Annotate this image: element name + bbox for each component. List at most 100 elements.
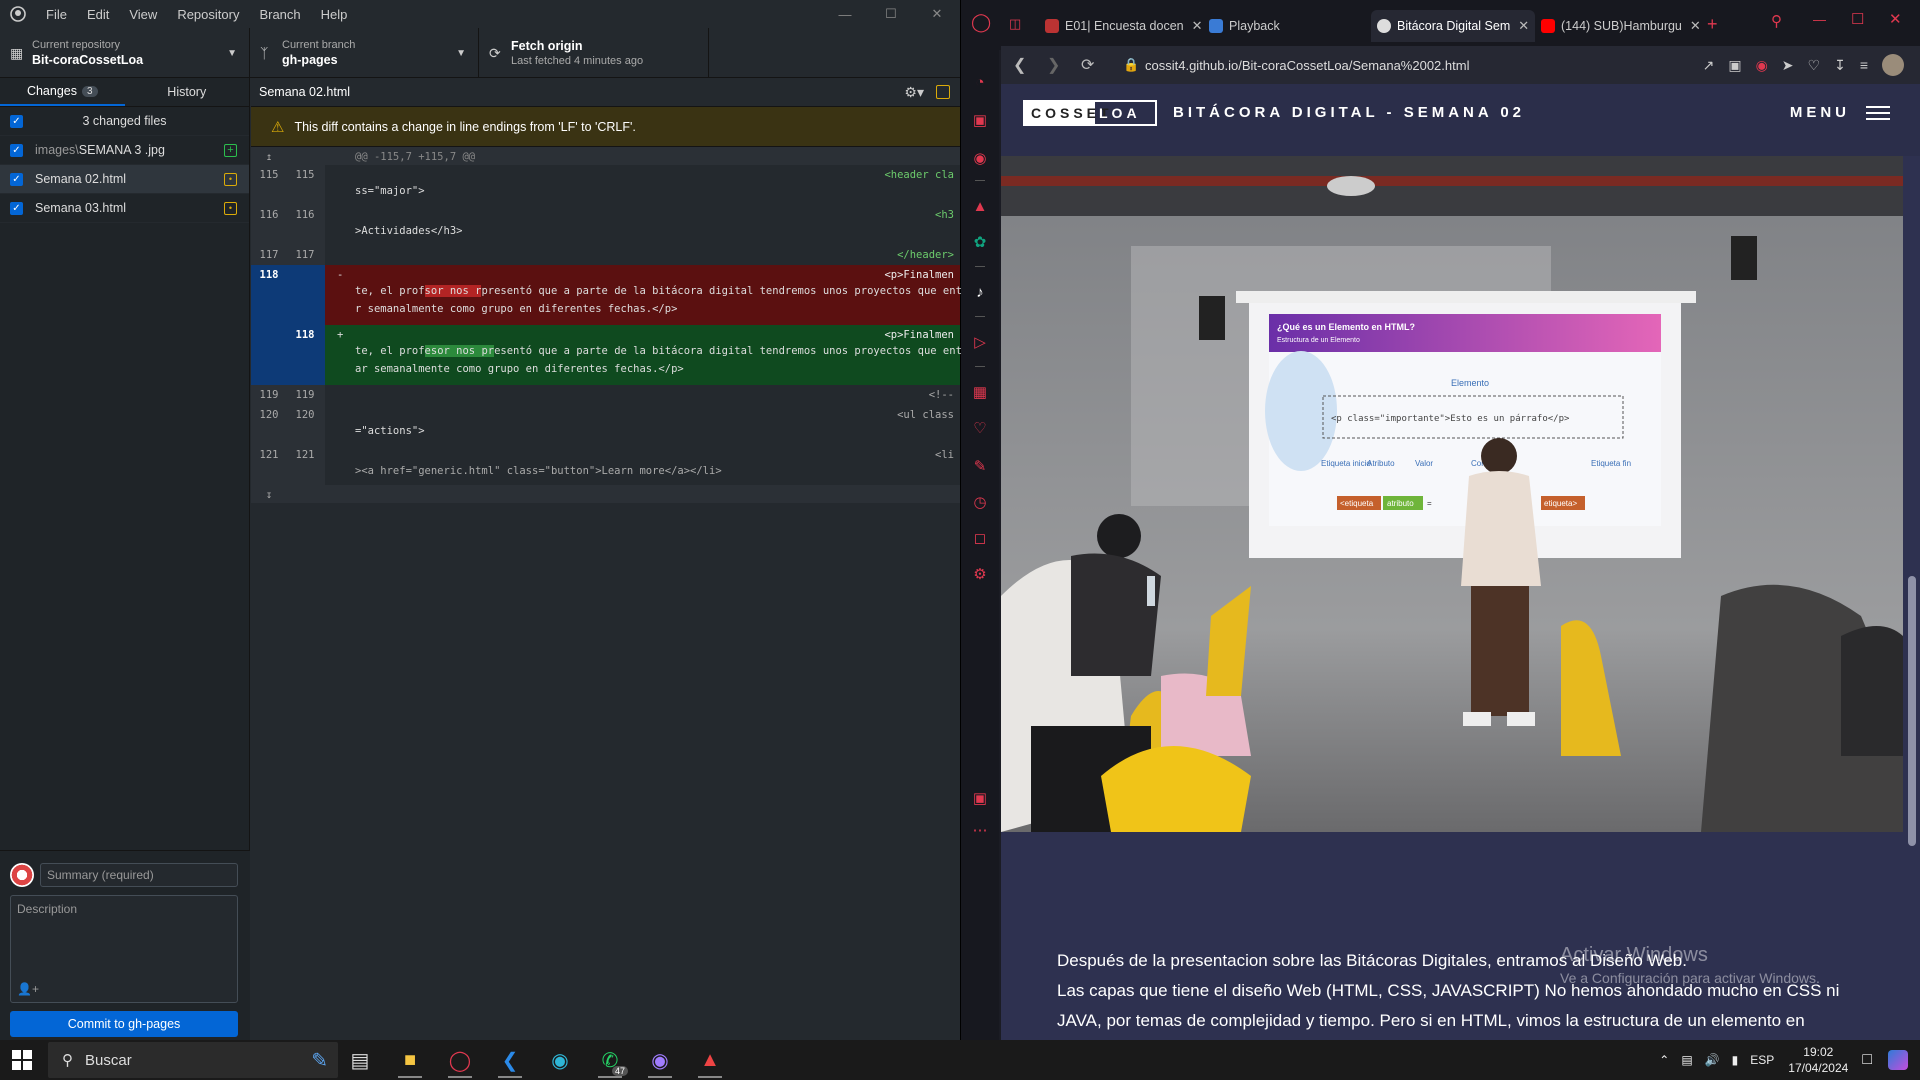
- site-logo[interactable]: COSSET LOA: [1023, 100, 1157, 126]
- minimize-icon[interactable]: —: [822, 0, 868, 28]
- edit-icon[interactable]: ✎: [971, 458, 989, 476]
- gear-icon[interactable]: ⚙▾: [904, 84, 924, 101]
- speed-dial-icon[interactable]: ◔: [971, 74, 989, 92]
- file-row[interactable]: ✓ Semana 02.html •: [0, 165, 249, 194]
- diff-line-added[interactable]: 118 + <p>Finalmen te, el profesor nos pr…: [251, 325, 981, 385]
- tab-changes[interactable]: Changes 3: [0, 78, 125, 106]
- app-taskbar-icon[interactable]: ▲: [690, 1044, 730, 1078]
- url-input[interactable]: cossit4.github.io/Bit-coraCossetLoa/Sema…: [1145, 58, 1469, 73]
- diff-expand-down[interactable]: ↧: [251, 485, 960, 503]
- commit-button[interactable]: Commit to gh-pages: [10, 1011, 238, 1037]
- site-menu-button[interactable]: MENU: [1790, 104, 1890, 121]
- pocket-icon[interactable]: ◉: [1756, 57, 1768, 74]
- opera-taskbar-icon[interactable]: ◯: [440, 1044, 480, 1078]
- tab-youtube[interactable]: (144) SUB)Hamburgu ✕: [1541, 14, 1701, 38]
- file-checkbox[interactable]: ✓: [10, 201, 23, 215]
- notification-icon[interactable]: □: [1862, 1051, 1872, 1069]
- fetch-origin-button[interactable]: ⟳ Fetch origin Last fetched 4 minutes ag…: [479, 28, 709, 78]
- current-repository-button[interactable]: ▦ Current repository Bit-coraCossetLoa ▼: [0, 28, 250, 78]
- send-icon[interactable]: ➤: [1782, 57, 1794, 74]
- file-checkbox[interactable]: ✓: [10, 143, 23, 157]
- network-icon[interactable]: ▤: [1681, 1053, 1692, 1067]
- tab-encuesta[interactable]: E01| Encuesta docen ✕: [1045, 14, 1203, 38]
- tab-history[interactable]: History: [125, 78, 250, 106]
- diff-line[interactable]: 121 121 <li ><a href="generic.html" class…: [251, 445, 960, 485]
- expand-icon[interactable]: [936, 85, 950, 99]
- expand-down-icon[interactable]: ↧: [251, 485, 287, 503]
- new-tab-icon[interactable]: +: [1707, 14, 1718, 35]
- file-row[interactable]: ✓ Semana 03.html •: [0, 194, 249, 223]
- description-input[interactable]: Description 👤+: [10, 895, 238, 1003]
- box-icon[interactable]: ◻: [971, 530, 989, 548]
- vscode-icon[interactable]: ❮: [490, 1044, 530, 1078]
- menu-view[interactable]: View: [119, 7, 167, 22]
- gamepad-icon[interactable]: ◫: [1009, 16, 1021, 32]
- diff-hunk-header[interactable]: ↥ @@ -115,7 +115,7 @@: [251, 147, 960, 165]
- file-explorer-icon[interactable]: ■: [390, 1044, 430, 1078]
- maximize-icon[interactable]: ☐: [868, 0, 914, 28]
- windows-start-icon[interactable]: [12, 1050, 34, 1070]
- close-icon[interactable]: ✕: [1690, 18, 1701, 34]
- current-branch-button[interactable]: ᛉ Current branch gh-pages ▼: [250, 28, 479, 78]
- menu-repository[interactable]: Repository: [167, 7, 249, 22]
- tab-bitacora[interactable]: Bitácora Digital Sem ✕: [1371, 10, 1536, 42]
- menu-file[interactable]: File: [36, 7, 77, 22]
- expand-up-icon[interactable]: ↥: [251, 147, 287, 165]
- edge-icon[interactable]: ◉: [540, 1044, 580, 1076]
- player-icon[interactable]: ▷: [971, 334, 989, 352]
- menu-edit[interactable]: Edit: [77, 7, 119, 22]
- maximize-icon[interactable]: ☐: [1851, 10, 1864, 28]
- add-coauthor-icon[interactable]: 👤+: [17, 982, 39, 996]
- back-icon[interactable]: ❮: [1013, 55, 1035, 75]
- github-desktop-taskbar-icon[interactable]: ◉: [640, 1044, 680, 1078]
- clock[interactable]: 19:02 17/04/2024: [1788, 1044, 1848, 1076]
- avatar[interactable]: [1882, 54, 1904, 76]
- diff-line[interactable]: 120 120 <ul class ="actions">: [251, 405, 960, 445]
- forward-icon[interactable]: ❯: [1047, 55, 1069, 75]
- file-row[interactable]: ✓ images\ SEMANA 3 .jpg +: [0, 136, 249, 165]
- download-icon[interactable]: ↧: [1834, 57, 1846, 74]
- reload-icon[interactable]: ⟳: [1081, 55, 1103, 75]
- opera-logo-icon[interactable]: ◯: [971, 12, 991, 33]
- aria-icon[interactable]: ◉: [971, 150, 989, 168]
- task-view-icon[interactable]: ▤: [340, 1044, 380, 1076]
- diff-line[interactable]: 117 117 </header>: [251, 245, 960, 265]
- workspaces-icon[interactable]: ▦: [971, 384, 989, 402]
- diff-line[interactable]: 116 116 <h3 >Actividades</h3>: [251, 205, 960, 245]
- whatsapp-icon[interactable]: ✆ 47: [590, 1044, 630, 1078]
- file-checkbox[interactable]: ✓: [10, 172, 23, 186]
- minimize-icon[interactable]: —: [1813, 12, 1826, 27]
- close-icon[interactable]: ✕: [1192, 18, 1203, 34]
- language-indicator[interactable]: ESP: [1750, 1053, 1774, 1067]
- search-icon[interactable]: ⚲: [1771, 12, 1782, 30]
- image-icon[interactable]: ▣: [971, 790, 989, 808]
- chevron-up-icon[interactable]: ⌃: [1659, 1053, 1669, 1067]
- messenger-icon[interactable]: ▲: [971, 198, 989, 216]
- settings-menu-icon[interactable]: ≡: [1860, 57, 1868, 73]
- share-icon[interactable]: ↗: [1703, 57, 1715, 74]
- taskbar-search-input[interactable]: ⚲ Buscar ✎: [48, 1042, 338, 1078]
- shop-icon[interactable]: ▣: [971, 112, 989, 130]
- summary-input[interactable]: Summary (required): [40, 863, 238, 887]
- tab-playback[interactable]: Playback ✕: [1209, 14, 1381, 38]
- settings-icon[interactable]: ⚙: [971, 566, 989, 584]
- heart-icon[interactable]: ♡: [1808, 57, 1821, 74]
- menu-help[interactable]: Help: [311, 7, 358, 22]
- close-icon[interactable]: ✕: [914, 0, 960, 28]
- more-icon[interactable]: ⋯: [971, 822, 989, 840]
- camera-icon[interactable]: ▣: [1728, 57, 1741, 74]
- scrollbar-thumb[interactable]: [1908, 576, 1916, 846]
- close-icon[interactable]: ✕: [1518, 18, 1529, 34]
- select-all-files-row[interactable]: ✓ 3 changed files: [0, 107, 249, 136]
- menu-branch[interactable]: Branch: [249, 7, 310, 22]
- chatgpt-icon[interactable]: ✿: [971, 234, 989, 252]
- diff-line[interactable]: 119 119 <!--: [251, 385, 960, 405]
- select-all-checkbox[interactable]: ✓: [10, 114, 23, 128]
- diff-line[interactable]: 115 115 <header cla ss="major">: [251, 165, 960, 205]
- heart-icon[interactable]: ♡: [971, 420, 989, 438]
- close-icon[interactable]: ✕: [1889, 10, 1902, 28]
- battery-icon[interactable]: ▮: [1732, 1053, 1739, 1067]
- copilot-icon[interactable]: [1888, 1050, 1908, 1070]
- diff-line-deleted[interactable]: 118 - <p>Finalmen te, el profsor nos rpr…: [251, 265, 987, 325]
- page-scrollbar[interactable]: [1903, 156, 1920, 1040]
